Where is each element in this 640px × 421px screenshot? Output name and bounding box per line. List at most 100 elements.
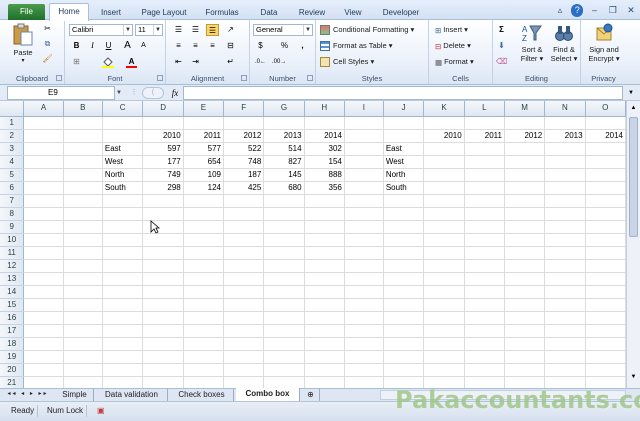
cell[interactable] bbox=[585, 194, 626, 208]
cell[interactable] bbox=[63, 259, 103, 273]
cell[interactable] bbox=[263, 285, 305, 299]
cell[interactable] bbox=[183, 350, 225, 364]
cell[interactable]: 2011 bbox=[183, 129, 225, 143]
column-header[interactable]: F bbox=[223, 101, 265, 117]
cell[interactable] bbox=[544, 155, 586, 169]
cell[interactable] bbox=[102, 259, 144, 273]
cell[interactable] bbox=[63, 272, 103, 286]
cell[interactable]: 2013 bbox=[544, 129, 586, 143]
cell[interactable] bbox=[585, 324, 626, 338]
cell[interactable] bbox=[183, 233, 225, 247]
cell[interactable]: South bbox=[102, 181, 144, 195]
cell[interactable] bbox=[304, 272, 345, 286]
font-color-icon[interactable]: A bbox=[125, 56, 138, 68]
sort-filter-button[interactable]: AZ Sort & Filter ▾ bbox=[517, 23, 547, 63]
tab-file[interactable]: File bbox=[8, 4, 45, 20]
cell[interactable] bbox=[23, 155, 64, 169]
cell[interactable] bbox=[464, 220, 505, 234]
cell[interactable] bbox=[504, 272, 546, 286]
row-header[interactable]: 9 bbox=[0, 220, 25, 234]
cell[interactable] bbox=[23, 285, 64, 299]
cell[interactable] bbox=[304, 116, 345, 130]
cell[interactable] bbox=[23, 129, 64, 143]
row-header[interactable]: 2 bbox=[0, 129, 25, 143]
scroll-up-icon[interactable]: ▲ bbox=[629, 104, 638, 113]
cell[interactable] bbox=[585, 298, 626, 312]
cell[interactable] bbox=[423, 116, 465, 130]
cell[interactable] bbox=[544, 272, 586, 286]
cell[interactable]: 577 bbox=[183, 142, 225, 156]
cell[interactable] bbox=[504, 233, 546, 247]
font-launcher-icon[interactable] bbox=[157, 75, 163, 81]
cell[interactable] bbox=[344, 116, 384, 130]
cell[interactable]: 749 bbox=[142, 168, 184, 182]
cell[interactable] bbox=[423, 181, 465, 195]
cell[interactable] bbox=[423, 311, 465, 325]
format-painter-icon[interactable]: 🖌 bbox=[41, 53, 54, 65]
cell[interactable] bbox=[544, 207, 586, 221]
cell[interactable] bbox=[464, 194, 505, 208]
cell[interactable] bbox=[183, 116, 225, 130]
cell[interactable] bbox=[544, 350, 586, 364]
cell[interactable] bbox=[223, 298, 265, 312]
cell[interactable] bbox=[464, 324, 505, 338]
cell[interactable] bbox=[504, 246, 546, 260]
cell[interactable] bbox=[344, 129, 384, 143]
cell[interactable] bbox=[63, 168, 103, 182]
cell[interactable]: 2011 bbox=[464, 129, 505, 143]
tab-home[interactable]: Home bbox=[49, 3, 89, 21]
cell[interactable] bbox=[344, 298, 384, 312]
cell[interactable] bbox=[344, 376, 384, 388]
row-header[interactable]: 8 bbox=[0, 207, 25, 221]
row-header[interactable]: 13 bbox=[0, 272, 25, 286]
row-header[interactable]: 17 bbox=[0, 324, 25, 338]
cell[interactable] bbox=[383, 233, 425, 247]
cell[interactable] bbox=[263, 220, 305, 234]
cell[interactable] bbox=[504, 337, 546, 351]
cell[interactable] bbox=[63, 129, 103, 143]
cell[interactable] bbox=[304, 376, 345, 388]
cell[interactable] bbox=[423, 194, 465, 208]
tab-page-layout[interactable]: Page Layout bbox=[135, 6, 193, 20]
cell[interactable] bbox=[142, 311, 184, 325]
cell[interactable] bbox=[383, 324, 425, 338]
macro-record-icon[interactable]: ▣ bbox=[94, 405, 108, 417]
cell[interactable] bbox=[544, 142, 586, 156]
cell[interactable] bbox=[102, 363, 144, 377]
row-header[interactable]: 3 bbox=[0, 142, 25, 156]
select-all-corner[interactable] bbox=[0, 101, 25, 117]
cell[interactable] bbox=[504, 350, 546, 364]
cell[interactable] bbox=[304, 298, 345, 312]
row-header[interactable]: 12 bbox=[0, 259, 25, 273]
cell[interactable] bbox=[183, 324, 225, 338]
cell[interactable] bbox=[183, 259, 225, 273]
cell[interactable] bbox=[23, 233, 64, 247]
align-right-icon[interactable]: ≡ bbox=[206, 40, 219, 52]
column-header[interactable]: H bbox=[304, 101, 345, 117]
cell[interactable] bbox=[585, 220, 626, 234]
cell[interactable] bbox=[23, 207, 64, 221]
cell[interactable] bbox=[183, 194, 225, 208]
cell[interactable] bbox=[263, 324, 305, 338]
tab-data[interactable]: Data bbox=[252, 6, 286, 20]
cell[interactable] bbox=[183, 246, 225, 260]
cell[interactable]: 827 bbox=[263, 155, 305, 169]
cell[interactable] bbox=[63, 350, 103, 364]
cell[interactable] bbox=[383, 311, 425, 325]
row-header[interactable]: 5 bbox=[0, 168, 25, 182]
cell[interactable]: 2014 bbox=[585, 129, 626, 143]
shrink-font-icon[interactable]: A bbox=[137, 40, 150, 52]
cell[interactable] bbox=[464, 259, 505, 273]
column-header[interactable]: C bbox=[102, 101, 144, 117]
cell[interactable] bbox=[263, 259, 305, 273]
cell[interactable] bbox=[102, 324, 144, 338]
cell[interactable] bbox=[585, 272, 626, 286]
cell[interactable] bbox=[383, 350, 425, 364]
decrease-decimal-icon[interactable]: .00→ bbox=[272, 56, 286, 68]
cell[interactable] bbox=[304, 233, 345, 247]
cell[interactable] bbox=[423, 363, 465, 377]
cell[interactable] bbox=[423, 233, 465, 247]
cell[interactable] bbox=[544, 324, 586, 338]
cell[interactable] bbox=[504, 116, 546, 130]
italic-button[interactable]: I bbox=[86, 40, 99, 52]
